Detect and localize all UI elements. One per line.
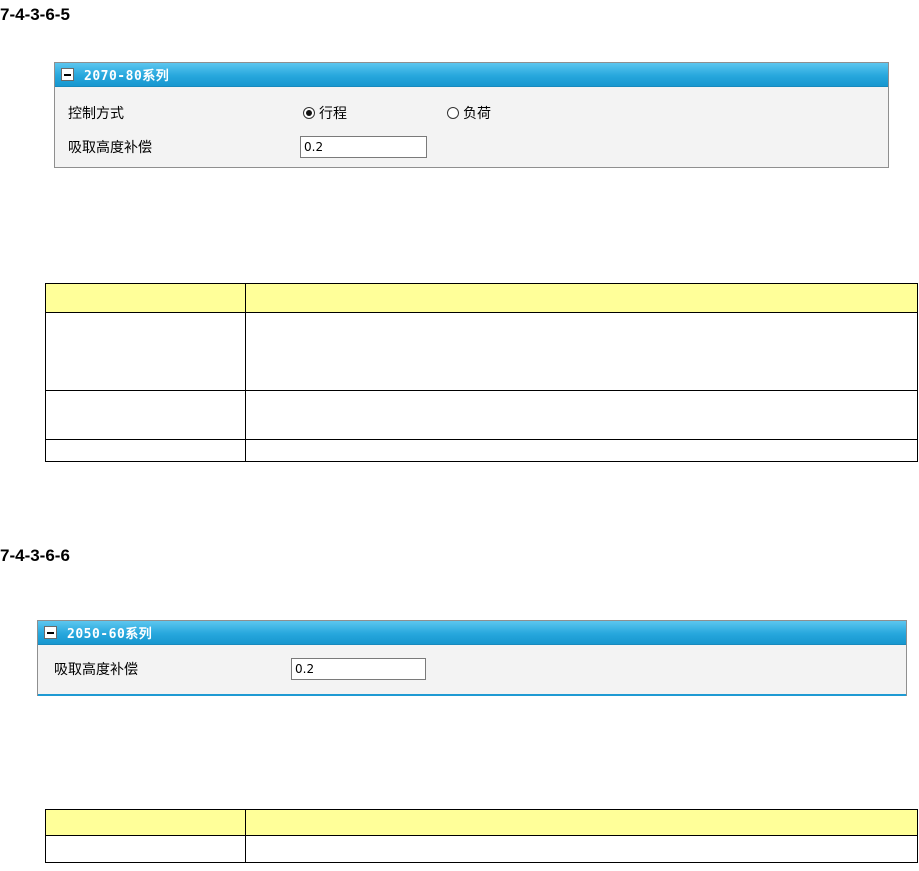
table-row bbox=[45, 390, 918, 440]
minus-icon bbox=[47, 631, 54, 634]
minus-icon bbox=[64, 73, 71, 76]
table-row bbox=[45, 312, 918, 391]
height-comp-input[interactable] bbox=[291, 658, 426, 680]
description-table-1 bbox=[45, 283, 918, 462]
radio-stroke-label: 行程 bbox=[319, 106, 347, 122]
table-header-cell bbox=[245, 809, 918, 836]
panel-header: 2050-60系列 bbox=[38, 621, 906, 645]
table-cell bbox=[45, 312, 246, 391]
table-cell bbox=[45, 835, 246, 863]
section-number-1: 7-4-3-6-5 bbox=[0, 5, 70, 24]
table-row bbox=[45, 439, 918, 462]
collapse-button[interactable] bbox=[61, 68, 74, 81]
height-comp-row: 吸取高度补偿 bbox=[38, 658, 906, 680]
height-comp-label: 吸取高度补偿 bbox=[68, 140, 152, 156]
description-table-2 bbox=[45, 809, 918, 863]
panel-2050-60: 2050-60系列 吸取高度补偿 bbox=[37, 620, 907, 696]
control-method-label: 控制方式 bbox=[68, 106, 124, 122]
radio-selected-icon bbox=[303, 107, 315, 119]
table-cell bbox=[45, 439, 246, 462]
table-header-row bbox=[45, 283, 918, 313]
table-header-row bbox=[45, 809, 918, 836]
panel-2070-80: 2070-80系列 控制方式 行程 负荷 吸取高度补偿 bbox=[54, 62, 889, 168]
table-header-cell bbox=[245, 283, 918, 313]
collapse-button[interactable] bbox=[44, 626, 57, 639]
height-comp-input[interactable] bbox=[300, 136, 427, 158]
table-cell bbox=[245, 835, 918, 863]
panel-title: 2050-60系列 bbox=[67, 627, 153, 642]
panel-header: 2070-80系列 bbox=[55, 63, 888, 87]
height-comp-row: 吸取高度补偿 bbox=[55, 136, 888, 158]
height-comp-label: 吸取高度补偿 bbox=[54, 662, 138, 678]
table-cell bbox=[245, 312, 918, 391]
section-number-2: 7-4-3-6-6 bbox=[0, 546, 70, 565]
table-header-cell bbox=[45, 283, 246, 313]
table-row bbox=[45, 835, 918, 863]
radio-load[interactable]: 负荷 bbox=[447, 103, 491, 123]
panel-bottom-line bbox=[38, 694, 906, 696]
table-header-cell bbox=[45, 809, 246, 836]
radio-load-label: 负荷 bbox=[463, 106, 491, 122]
panel-title: 2070-80系列 bbox=[84, 69, 170, 84]
table-cell bbox=[245, 390, 918, 440]
radio-unselected-icon bbox=[447, 107, 459, 119]
table-cell bbox=[245, 439, 918, 462]
radio-stroke[interactable]: 行程 bbox=[303, 103, 347, 123]
table-cell bbox=[45, 390, 246, 440]
control-method-row: 控制方式 行程 负荷 bbox=[55, 103, 888, 123]
